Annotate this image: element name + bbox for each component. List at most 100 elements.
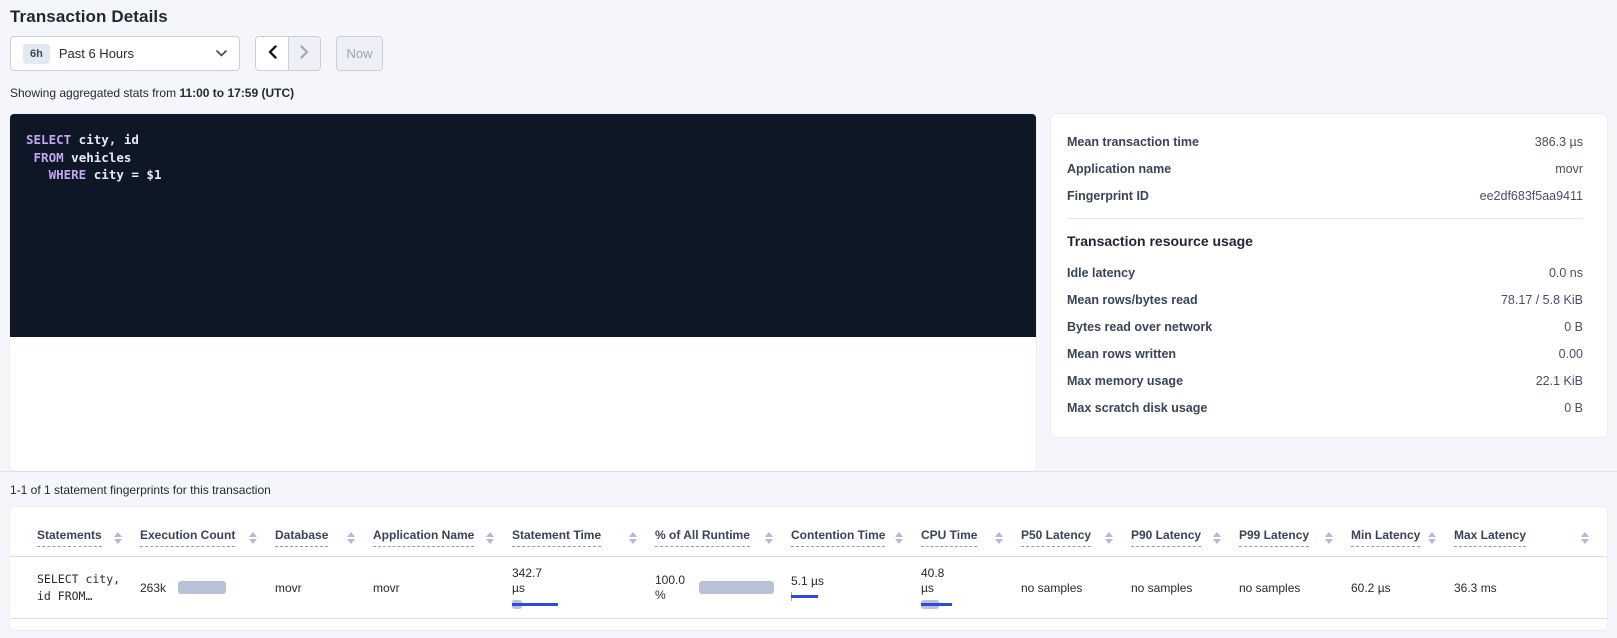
execution-count-cell: 263k xyxy=(140,557,275,619)
summary-label: Idle latency xyxy=(1067,266,1135,280)
time-range-badge: 6h xyxy=(23,44,50,64)
sort-icon[interactable] xyxy=(249,532,257,544)
statement-fingerprint-link[interactable]: SELECT city,id FROM… xyxy=(37,571,130,605)
summary-label: Mean transaction time xyxy=(1067,135,1199,149)
summary-divider xyxy=(1067,218,1583,219)
sort-icon[interactable] xyxy=(347,532,355,544)
summary-value: 0 B xyxy=(1564,401,1583,415)
chevron-left-icon xyxy=(268,45,277,62)
transaction-details-section: Transaction Details 6h Past 6 Hours Now … xyxy=(0,0,1617,471)
p99-latency-cell: no samples xyxy=(1239,557,1351,619)
time-range-value: 11:00 to 17:59 (UTC) xyxy=(179,86,294,100)
column-header-execution-count[interactable]: Execution Count xyxy=(140,507,275,557)
summary-value: 386.3 µs xyxy=(1535,135,1583,149)
column-header-p90-latency[interactable]: P90 Latency xyxy=(1131,507,1239,557)
column-header-cpu-time[interactable]: CPU Time xyxy=(921,507,1021,557)
sql-line-1: SELECT city, id xyxy=(26,131,1020,149)
summary-value: 0.00 xyxy=(1559,347,1583,361)
percent-runtime-bar xyxy=(699,581,774,594)
sort-icon[interactable] xyxy=(486,532,494,544)
transaction-summary-card: Mean transaction time 386.3 µs Applicati… xyxy=(1051,114,1607,437)
summary-row-max-scratch-disk-usage: Max scratch disk usage 0 B xyxy=(1067,394,1583,421)
max-latency-cell: 36.3 ms xyxy=(1454,557,1607,619)
summary-row-max-memory-usage: Max memory usage 22.1 KiB xyxy=(1067,367,1583,394)
sql-statement-card: SELECT city, id FROM vehicles WHERE city… xyxy=(10,114,1036,471)
column-header-statement-time[interactable]: Statement Time xyxy=(512,507,655,557)
cpu-time-bar xyxy=(921,599,952,609)
column-header-database[interactable]: Database xyxy=(275,507,373,557)
sort-icon[interactable] xyxy=(765,532,773,544)
column-header-percent-of-all-runtime[interactable]: % of All Runtime xyxy=(655,507,791,557)
next-time-button[interactable] xyxy=(288,37,320,70)
sort-icon[interactable] xyxy=(995,532,1003,544)
summary-label: Fingerprint ID xyxy=(1067,189,1149,203)
statement-cell[interactable]: SELECT city,id FROM… xyxy=(10,557,140,619)
sort-icon[interactable] xyxy=(1428,532,1436,544)
sql-line-2: FROM vehicles xyxy=(26,149,1020,167)
column-header-application-name[interactable]: Application Name xyxy=(373,507,512,557)
column-header-max-latency[interactable]: Max Latency xyxy=(1454,507,1607,557)
chevron-right-icon xyxy=(300,45,309,62)
resource-usage-section-title: Transaction resource usage xyxy=(1067,227,1583,259)
p50-latency-cell: no samples xyxy=(1021,557,1131,619)
statements-table: Statements Execution Count Database Appl… xyxy=(10,507,1607,619)
cpu-time-cell: 40.8 µs xyxy=(921,557,1021,619)
application-name-cell: movr xyxy=(373,557,512,619)
summary-value: 22.1 KiB xyxy=(1536,374,1583,388)
summary-label: Application name xyxy=(1067,162,1171,176)
statements-section: 1-1 of 1 statement fingerprints for this… xyxy=(0,471,1617,630)
statements-table-caption: 1-1 of 1 statement fingerprints for this… xyxy=(0,472,1617,507)
summary-row-idle-latency: Idle latency 0.0 ns xyxy=(1067,259,1583,286)
summary-value: 78.17 / 5.8 KiB xyxy=(1501,293,1583,307)
time-range-dropdown[interactable]: 6h Past 6 Hours xyxy=(10,36,240,71)
contention-time-bar xyxy=(791,591,818,601)
sort-icon[interactable] xyxy=(1581,532,1589,544)
previous-time-button[interactable] xyxy=(256,37,288,70)
table-header-row: Statements Execution Count Database Appl… xyxy=(10,507,1607,557)
p90-latency-cell: no samples xyxy=(1131,557,1239,619)
summary-label: Mean rows written xyxy=(1067,347,1176,361)
summary-value: 0.0 ns xyxy=(1549,266,1583,280)
database-cell: movr xyxy=(275,557,373,619)
sql-line-3: WHERE city = $1 xyxy=(26,166,1020,184)
execution-count-bar xyxy=(178,581,226,594)
contention-time-cell: 5.1 µs xyxy=(791,557,921,619)
sort-icon[interactable] xyxy=(1105,532,1113,544)
column-header-min-latency[interactable]: Min Latency xyxy=(1351,507,1454,557)
summary-value: movr xyxy=(1555,162,1583,176)
summary-label: Bytes read over network xyxy=(1067,320,1212,334)
chevron-down-icon xyxy=(216,50,227,57)
sort-icon[interactable] xyxy=(1325,532,1333,544)
summary-row-mean-rows-bytes-read: Mean rows/bytes read 78.17 / 5.8 KiB xyxy=(1067,286,1583,313)
summary-row-bytes-read-over-network: Bytes read over network 0 B xyxy=(1067,313,1583,340)
summary-label: Max memory usage xyxy=(1067,374,1183,388)
summary-value: 0 B xyxy=(1564,320,1583,334)
summary-row-mean-rows-written: Mean rows written 0.00 xyxy=(1067,340,1583,367)
statement-time-bar xyxy=(512,599,558,609)
summary-row-fingerprint-id: Fingerprint ID ee2df683f5aa9411 xyxy=(1067,182,1583,209)
sort-icon[interactable] xyxy=(1213,532,1221,544)
aggregated-stats-caption: Showing aggregated stats from 11:00 to 1… xyxy=(10,84,1607,114)
time-step-buttons xyxy=(255,36,321,71)
time-controls: 6h Past 6 Hours Now xyxy=(10,36,1607,71)
min-latency-cell: 60.2 µs xyxy=(1351,557,1454,619)
summary-label: Mean rows/bytes read xyxy=(1067,293,1198,307)
percent-runtime-cell: 100.0 % xyxy=(655,557,791,619)
sort-icon[interactable] xyxy=(114,532,122,544)
summary-label: Max scratch disk usage xyxy=(1067,401,1207,415)
statement-time-cell: 342.7 µs xyxy=(512,557,655,619)
column-header-p50-latency[interactable]: P50 Latency xyxy=(1021,507,1131,557)
sort-icon[interactable] xyxy=(629,532,637,544)
summary-row-application-name: Application name movr xyxy=(1067,155,1583,182)
time-range-label: Past 6 Hours xyxy=(59,46,134,61)
sort-icon[interactable] xyxy=(895,532,903,544)
column-header-statements[interactable]: Statements xyxy=(10,507,140,557)
column-header-contention-time[interactable]: Contention Time xyxy=(791,507,921,557)
page-title: Transaction Details xyxy=(10,0,1607,36)
statement-row: SELECT city,id FROM… 263k movr movr 342.… xyxy=(10,557,1607,619)
column-header-p99-latency[interactable]: P99 Latency xyxy=(1239,507,1351,557)
now-button[interactable]: Now xyxy=(336,36,383,71)
summary-row-mean-transaction-time: Mean transaction time 386.3 µs xyxy=(1067,128,1583,155)
sql-statement-box: SELECT city, id FROM vehicles WHERE city… xyxy=(10,114,1036,337)
statements-table-card: Statements Execution Count Database Appl… xyxy=(10,507,1607,630)
